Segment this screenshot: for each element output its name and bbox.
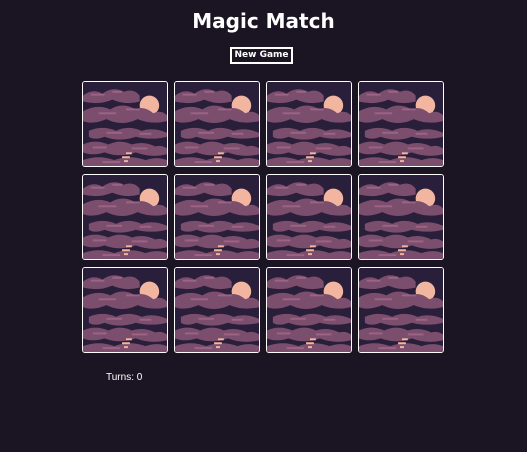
card-grid bbox=[82, 81, 444, 353]
memory-card[interactable] bbox=[358, 174, 444, 260]
memory-card[interactable] bbox=[174, 267, 260, 353]
card-back-image bbox=[267, 268, 351, 352]
game-screen: Magic Match New Game Turns: 0 bbox=[0, 0, 527, 452]
card-back-image bbox=[359, 82, 443, 166]
card-back-image bbox=[83, 268, 167, 352]
card-back-image bbox=[267, 82, 351, 166]
memory-card[interactable] bbox=[266, 267, 352, 353]
memory-card[interactable] bbox=[358, 81, 444, 167]
new-game-button[interactable]: New Game bbox=[230, 47, 293, 64]
card-back-image bbox=[83, 82, 167, 166]
memory-card[interactable] bbox=[82, 174, 168, 260]
memory-card[interactable] bbox=[82, 81, 168, 167]
card-back-image bbox=[83, 175, 167, 259]
memory-card[interactable] bbox=[174, 174, 260, 260]
card-back-image bbox=[359, 175, 443, 259]
memory-card[interactable] bbox=[266, 174, 352, 260]
turns-counter: Turns: 0 bbox=[106, 372, 143, 383]
card-back-image bbox=[267, 175, 351, 259]
memory-card[interactable] bbox=[82, 267, 168, 353]
memory-card[interactable] bbox=[266, 81, 352, 167]
game-title: Magic Match bbox=[192, 9, 335, 33]
card-back-image bbox=[359, 268, 443, 352]
memory-card[interactable] bbox=[174, 81, 260, 167]
card-back-image bbox=[175, 268, 259, 352]
memory-card[interactable] bbox=[358, 267, 444, 353]
card-back-image bbox=[175, 175, 259, 259]
card-back-image bbox=[175, 82, 259, 166]
